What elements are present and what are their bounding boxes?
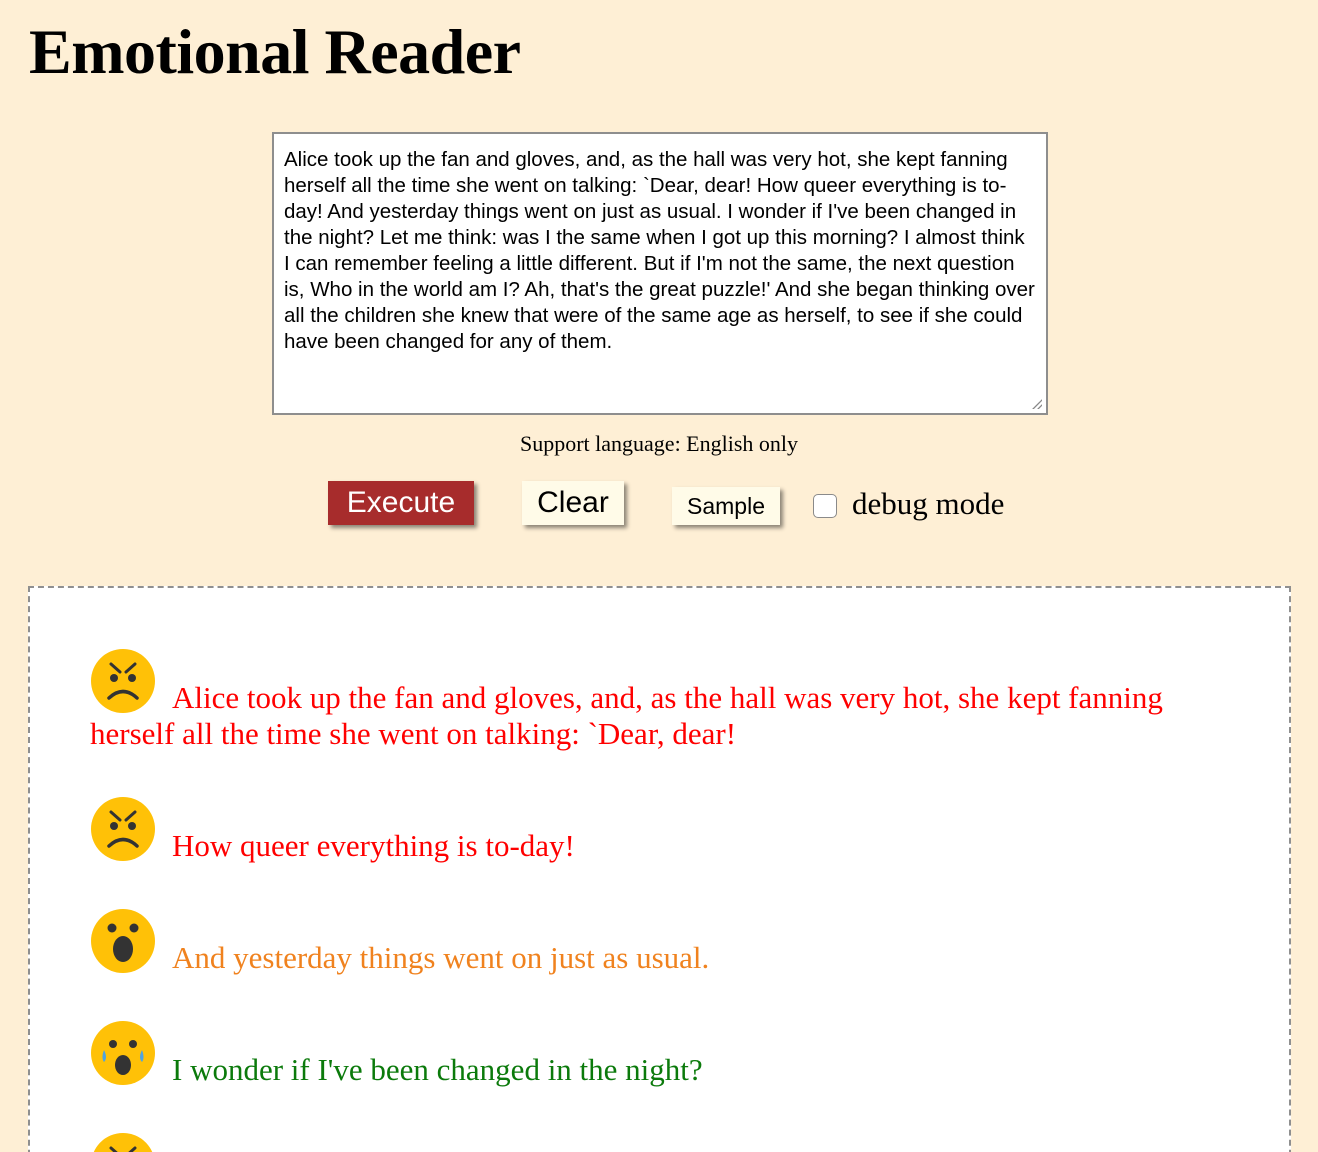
result-sentence-text: How queer everything is to-day!	[172, 828, 575, 863]
page-title: Emotional Reader	[29, 16, 521, 87]
angry-face-icon	[90, 1132, 156, 1152]
result-sentence-text: And yesterday things went on just as usu…	[172, 940, 710, 975]
resize-handle-icon[interactable]	[1030, 397, 1042, 409]
result-sentence-text: I wonder if I've been changed in the nig…	[172, 1052, 703, 1087]
astonished-face-icon	[90, 908, 156, 974]
clear-button[interactable]: Clear	[522, 481, 624, 525]
execute-button[interactable]: Execute	[328, 481, 474, 525]
result-sentence: Alice took up the fan and gloves, and, a…	[90, 648, 1220, 752]
result-panel: Alice took up the fan and gloves, and, a…	[28, 586, 1291, 1152]
angry-face-icon	[90, 648, 156, 714]
support-language-note: Support language: English only	[519, 431, 799, 456]
debug-mode-label: debug mode	[852, 486, 1005, 521]
crying-face-icon	[90, 1020, 156, 1086]
sample-button[interactable]: Sample	[672, 487, 780, 525]
result-sentence: And yesterday things went on just as usu…	[90, 908, 1220, 976]
result-sentence-text: Alice took up the fan and gloves, and, a…	[90, 680, 1163, 751]
result-sentence: I wonder if I've been changed in the nig…	[90, 1020, 1220, 1088]
result-sentence	[90, 1132, 1220, 1152]
angry-face-icon	[90, 796, 156, 862]
result-sentence: How queer everything is to-day!	[90, 796, 1220, 864]
input-text-area[interactable]: Alice took up the fan and gloves, and, a…	[272, 132, 1048, 415]
debug-mode-checkbox[interactable]	[813, 494, 837, 518]
